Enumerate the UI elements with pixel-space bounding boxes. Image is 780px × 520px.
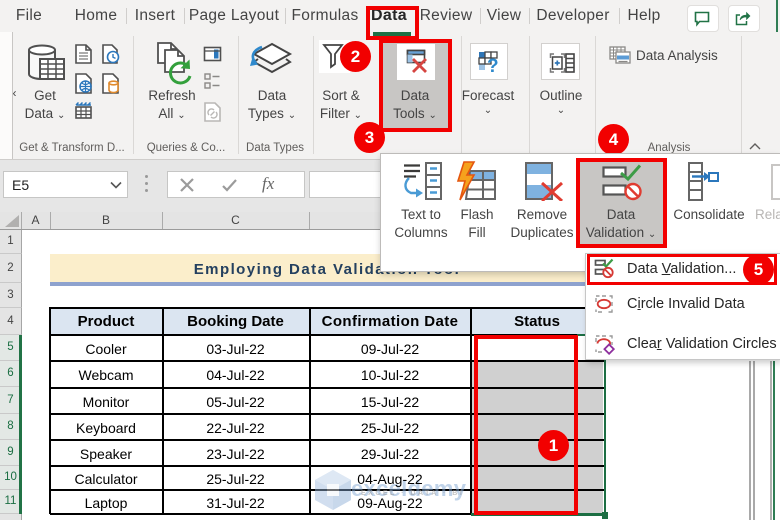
svg-text:?: ?	[487, 56, 499, 74]
